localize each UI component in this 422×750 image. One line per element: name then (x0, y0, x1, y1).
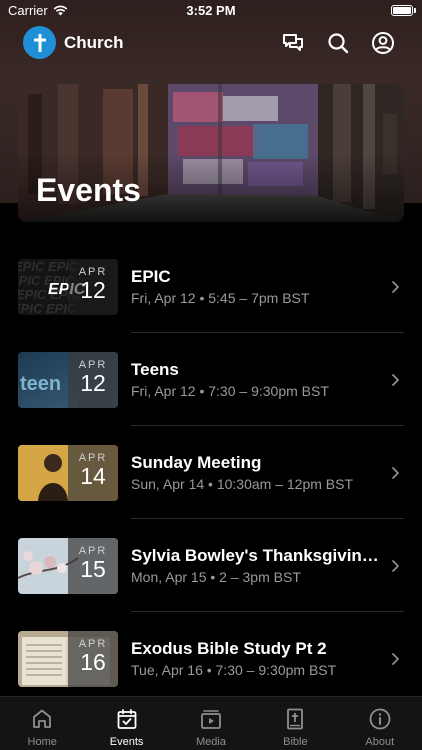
event-time: Fri, Apr 12 • 7:30 – 9:30pm BST (131, 383, 329, 399)
tab-media[interactable]: Media (169, 697, 253, 750)
media-play-icon (201, 710, 221, 729)
chevron-right-icon (392, 560, 399, 572)
event-title: Teens (131, 360, 179, 379)
event-title: Sunday Meeting (131, 453, 262, 472)
app-title: Church (64, 33, 124, 52)
event-time: Tue, Apr 16 • 7:30 – 9:30pm BST (131, 662, 337, 678)
event-title: EPIC (131, 267, 171, 286)
chat-icon[interactable] (281, 31, 305, 55)
status-time: 3:52 PM (186, 3, 236, 18)
tab-events[interactable]: Events (84, 697, 168, 750)
tab-home[interactable]: Home (0, 697, 84, 750)
event-title: Exodus Bible Study Pt 2 (131, 639, 327, 658)
date-badge: APR 12 (68, 259, 118, 315)
profile-icon[interactable] (371, 31, 395, 55)
chevron-right-icon (392, 653, 399, 665)
date-badge: APR 15 (68, 538, 118, 594)
date-badge: APR 12 (68, 352, 118, 408)
thumb-text: teen (20, 373, 61, 395)
calendar-check-icon (117, 709, 136, 729)
date-badge: APR 14 (68, 445, 118, 501)
date-badge: APR 16 (68, 631, 118, 687)
bible-icon (287, 708, 304, 730)
cross-icon (33, 33, 46, 52)
chevron-right-icon (392, 281, 399, 293)
church-logo[interactable] (23, 26, 56, 59)
search-icon[interactable] (326, 31, 350, 55)
event-title: Sylvia Bowley's Thanksgiving... (131, 546, 381, 565)
home-icon (33, 709, 52, 728)
event-row[interactable]: EPIC EPIC EPIC EPIC EPIC EPIC EPIC EPIC … (0, 240, 422, 333)
event-time: Fri, Apr 12 • 5:45 – 7pm BST (131, 290, 310, 306)
tab-label: About (365, 736, 395, 748)
tab-bar: Home Events Media Bible About (0, 696, 422, 750)
event-time: Sun, Apr 14 • 10:30am – 12pm BST (131, 476, 354, 492)
tab-label: Events (109, 736, 144, 748)
tab-bible[interactable]: Bible (253, 697, 337, 750)
page-title: Events (36, 172, 141, 208)
tab-label: Home (27, 736, 57, 748)
tab-about[interactable]: About (338, 697, 422, 750)
battery-icon (391, 5, 413, 16)
date-day: 16 (80, 649, 106, 675)
date-day: 15 (80, 556, 106, 582)
event-row[interactable]: teen APR 12 Teens Fri, Apr 12 • 7:30 – 9… (0, 333, 422, 426)
event-row[interactable]: APR 15 Sylvia Bowley's Thanksgiving... M… (0, 519, 422, 612)
tab-label: Bible (283, 736, 308, 748)
status-bar: Carrier 3:52 PM (0, 0, 422, 22)
chevron-right-icon (392, 467, 399, 479)
event-row[interactable]: APR 14 Sunday Meeting Sun, Apr 14 • 10:3… (0, 426, 422, 519)
date-day: 12 (80, 277, 106, 303)
date-day: 12 (80, 370, 106, 396)
chevron-right-icon (392, 374, 399, 386)
nav-bar: Church (0, 25, 422, 61)
event-row[interactable]: APR 16 Exodus Bible Study Pt 2 Tue, Apr … (0, 612, 422, 705)
event-time: Mon, Apr 15 • 2 – 3pm BST (131, 569, 301, 585)
tab-label: Media (195, 736, 226, 748)
info-icon (369, 708, 391, 730)
date-day: 14 (80, 463, 106, 489)
